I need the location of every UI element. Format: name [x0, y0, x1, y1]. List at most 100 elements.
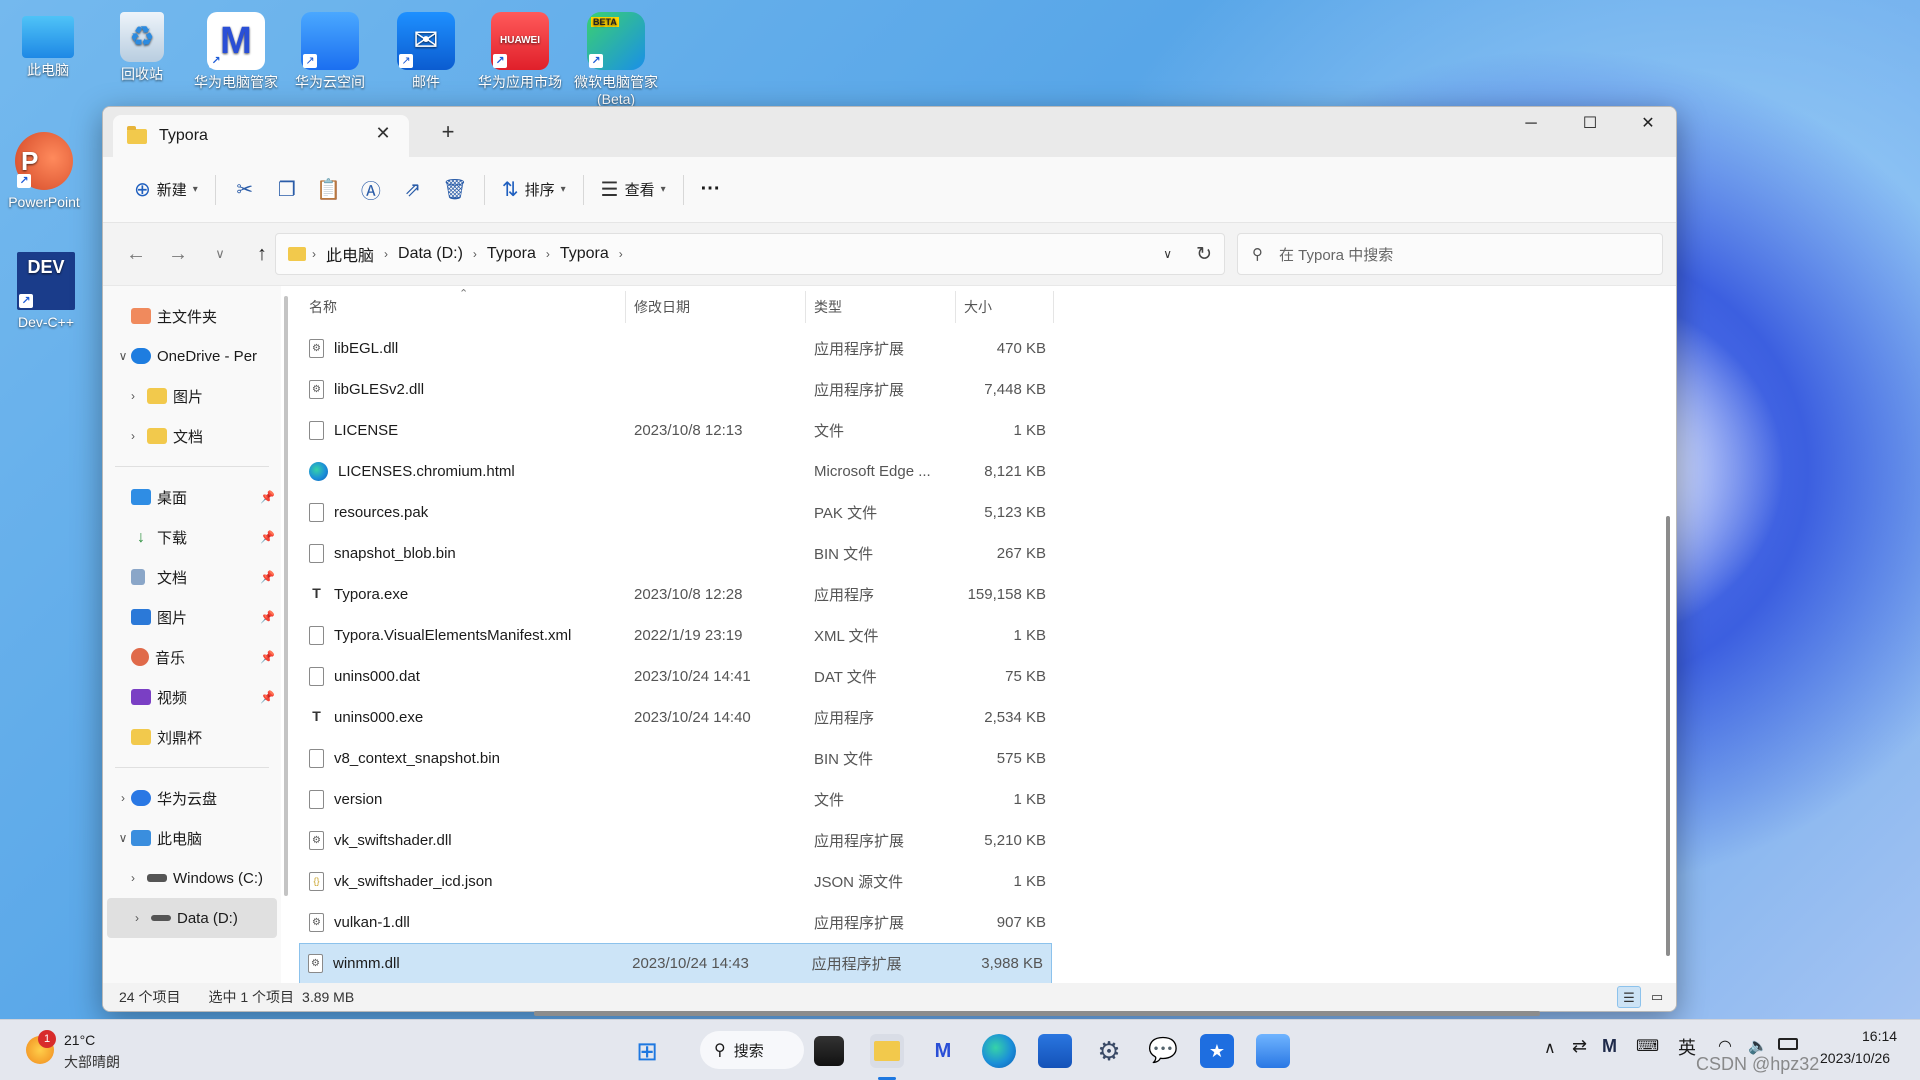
weather-temp[interactable]: 21°C [64, 1032, 95, 1048]
tiles-view-icon[interactable]: ▭ [1645, 986, 1669, 1008]
file-row[interactable]: LICENSE 2023/10/8 12:13 文件 1 KB [301, 410, 1676, 451]
file-row[interactable]: resources.pak PAK 文件 5,123 KB [301, 492, 1676, 533]
maximize-button[interactable]: ☐ [1561, 107, 1619, 141]
file-row[interactable]: ⚙ vulkan-1.dll 应用程序扩展 907 KB [301, 902, 1676, 943]
app-star-icon[interactable]: ★ [1200, 1034, 1234, 1068]
file-name-cell[interactable]: ⚙ winmm.dll [300, 954, 624, 973]
sidebar-item-home[interactable]: 主文件夹 [103, 296, 281, 336]
sidebar-item-desktop[interactable]: 桌面 📌 [103, 477, 281, 517]
desktop-icon-huawei-cloud[interactable]: ↗ 华为云空间 [284, 8, 376, 91]
sidebar-item-od-pictures[interactable]: › 图片 [103, 376, 281, 416]
file-name-cell[interactable]: LICENSES.chromium.html [301, 462, 626, 481]
chevron-down-icon[interactable]: ∨ [115, 831, 131, 845]
chevron-right-icon[interactable]: › [125, 871, 141, 885]
desktop-icon-this-pc[interactable]: 此电脑 [2, 8, 94, 79]
recent-locations-icon[interactable]: ∨ [199, 246, 241, 262]
file-name-cell[interactable]: ⚙ libEGL.dll [301, 339, 626, 358]
file-row[interactable]: ⚙ libGLESv2.dll 应用程序扩展 7,448 KB [301, 369, 1676, 410]
chevron-right-icon[interactable]: › [125, 389, 141, 403]
file-row[interactable]: v8_context_snapshot.bin BIN 文件 575 KB [301, 738, 1676, 779]
file-row[interactable]: LICENSES.chromium.html Microsoft Edge ...… [301, 451, 1676, 492]
new-tab-button[interactable]: + [433, 119, 463, 145]
sidebar-item-this-pc[interactable]: ∨ 此电脑 [103, 818, 281, 858]
horizontal-scrollbar[interactable] [534, 1011, 1540, 1016]
file-name-cell[interactable]: ⚙ vk_swiftshader.dll [301, 831, 626, 850]
chevron-up-icon[interactable]: ∧ [1544, 1038, 1556, 1058]
file-explorer-taskbar-icon[interactable] [870, 1034, 904, 1068]
column-type[interactable]: 类型 [806, 291, 956, 323]
forward-icon[interactable]: → [157, 243, 199, 266]
sidebar-item-od-documents[interactable]: › 文档 [103, 416, 281, 456]
desktop-icon-recycle-bin[interactable]: ♻ 回收站 [96, 8, 188, 83]
sidebar-item-downloads[interactable]: ↓ 下载 📌 [103, 517, 281, 557]
sidebar-item-music[interactable]: 音乐 📌 [103, 637, 281, 677]
desktop-icon-huawei-appgallery[interactable]: HUAWEI ↗ 华为应用市场 [474, 8, 566, 91]
task-view-icon[interactable] [814, 1036, 844, 1066]
volume-icon[interactable]: 🔈 [1748, 1036, 1768, 1056]
file-row[interactable]: ⚙ winmm.dll 2023/10/24 14:43 应用程序扩展 3,988 KB [299, 943, 1052, 984]
new-button[interactable]: ⊕ 新建 ▾ [125, 170, 207, 210]
edge-icon[interactable] [982, 1034, 1016, 1068]
file-name-cell[interactable]: resources.pak [301, 503, 626, 522]
file-name-cell[interactable]: ⚙ libGLESv2.dll [301, 380, 626, 399]
cut-icon[interactable]: ✂ [224, 177, 266, 202]
navigation-scrollbar[interactable] [284, 296, 288, 896]
sidebar-item-pictures[interactable]: 图片 📌 [103, 597, 281, 637]
sidebar-item-videos[interactable]: 视频 📌 [103, 677, 281, 717]
file-name-cell[interactable]: {} vk_swiftshader_icd.json [301, 872, 626, 891]
weather-desc[interactable]: 大部晴朗 [64, 1052, 120, 1072]
view-button[interactable]: ☰ 查看 ▾ [592, 170, 675, 210]
desktop-icon-mail[interactable]: ✉ ↗ 邮件 [380, 8, 472, 91]
taskbar-search[interactable]: ⚲ 搜索 [700, 1031, 804, 1069]
sidebar-item-folder[interactable]: 刘鼎杯 [103, 717, 281, 757]
delete-icon[interactable]: 🗑 [434, 177, 476, 202]
sidebar-item-drive-c[interactable]: › Windows (C:) [103, 858, 281, 898]
file-name-cell[interactable]: v8_context_snapshot.bin [301, 749, 626, 768]
breadcrumb-this-pc[interactable]: 此电脑 [326, 242, 374, 266]
ime-indicator[interactable]: 英 [1678, 1034, 1696, 1060]
huawei-tray-icon[interactable]: M [1602, 1036, 1617, 1057]
column-name[interactable]: 名称 ⌃ [301, 288, 626, 323]
file-row[interactable]: {} vk_swiftshader_icd.json JSON 源文件 1 KB [301, 861, 1676, 902]
close-button[interactable]: ✕ [1619, 107, 1676, 141]
sidebar-item-huawei-cloud[interactable]: › 华为云盘 [103, 778, 281, 818]
clock-time[interactable]: 16:14 [1862, 1028, 1897, 1044]
file-name-cell[interactable]: T Typora.exe [301, 585, 626, 604]
title-bar[interactable]: Typora ✕ + ─ ☐ ✕ [103, 107, 1676, 157]
file-list-scrollbar[interactable] [1666, 516, 1670, 956]
desktop-icon-ms-pc-manager[interactable]: BETA ↗ 微软电脑管家 (Beta) [570, 8, 662, 108]
wifi-icon[interactable]: ◠ [1718, 1036, 1732, 1056]
file-name-cell[interactable]: ⚙ vulkan-1.dll [301, 913, 626, 932]
back-icon[interactable]: ← [115, 243, 157, 266]
start-icon[interactable]: ⊞ [630, 1034, 664, 1068]
remote-desktop-icon[interactable] [1256, 1034, 1290, 1068]
copy-icon[interactable]: ❐ [266, 177, 308, 202]
sidebar-item-onedrive[interactable]: ∨ OneDrive - Per [103, 336, 281, 376]
breadcrumb-data-d[interactable]: Data (D:) [398, 245, 463, 263]
battery-icon[interactable] [1778, 1038, 1798, 1050]
chevron-right-icon[interactable]: › [125, 429, 141, 443]
more-button[interactable]: ··· [692, 170, 730, 210]
file-row[interactable]: unins000.dat 2023/10/24 14:41 DAT 文件 75 KB [301, 656, 1676, 697]
share-icon[interactable]: ⇗ [392, 177, 434, 202]
file-name-cell[interactable]: snapshot_blob.bin [301, 544, 626, 563]
paste-icon[interactable]: 📋 [308, 177, 350, 202]
file-row[interactable]: ⚙ libEGL.dll 应用程序扩展 470 KB [301, 328, 1676, 369]
sort-button[interactable]: ⇅ 排序 ▾ [493, 170, 575, 210]
file-name-cell[interactable]: Tunins000.exe [301, 708, 626, 727]
close-tab-icon[interactable]: ✕ [371, 123, 395, 144]
sidebar-item-drive-d[interactable]: › Data (D:) [107, 898, 277, 938]
details-view-icon[interactable]: ☰ [1617, 986, 1641, 1008]
chevron-down-icon[interactable]: ∨ [1163, 247, 1172, 261]
column-size[interactable]: 大小 [956, 291, 1054, 323]
file-row[interactable]: snapshot_blob.bin BIN 文件 267 KB [301, 533, 1676, 574]
file-row[interactable]: version 文件 1 KB [301, 779, 1676, 820]
column-modified[interactable]: 修改日期 [626, 291, 806, 323]
wechat-icon[interactable]: 💬 [1146, 1034, 1180, 1068]
chevron-right-icon[interactable]: › [115, 791, 131, 805]
desktop-icon-devcpp[interactable]: DEV ↗ Dev-C++ [0, 248, 92, 331]
desktop-icon-powerpoint[interactable]: P ↗ PowerPoint [0, 128, 90, 211]
breadcrumb-typora[interactable]: Typora [487, 245, 536, 263]
network-adjust-icon[interactable]: ⇄ [1572, 1036, 1587, 1057]
minimize-button[interactable]: ─ [1502, 107, 1560, 141]
